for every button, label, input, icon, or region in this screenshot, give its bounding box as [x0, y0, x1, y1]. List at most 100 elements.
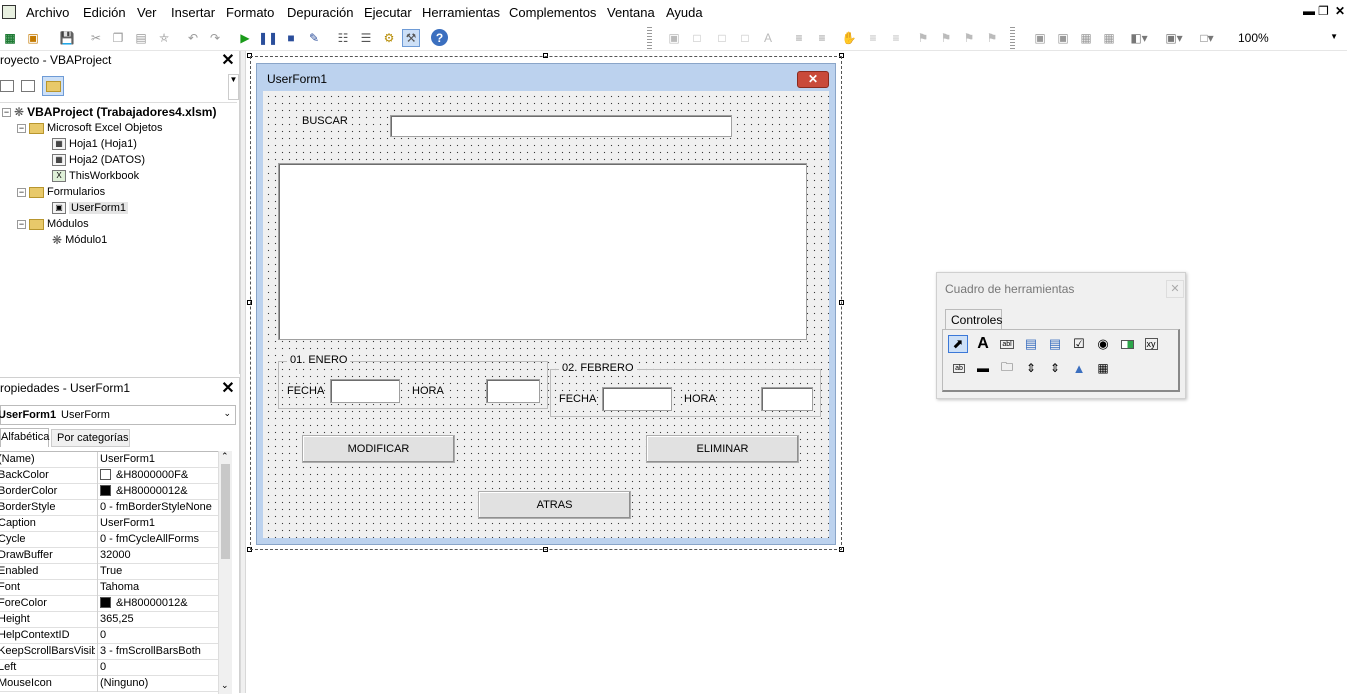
property-row[interactable]: Cycle 0 - fmCycleAllForms — [0, 532, 232, 548]
design-mode-icon[interactable]: ✎ — [305, 29, 323, 47]
object-select[interactable]: UserForm1 UserForm ⌄ — [0, 405, 236, 425]
property-value[interactable]: 0 - fmBorderStyleNone — [100, 501, 212, 513]
close-icon[interactable]: ✕ — [797, 71, 829, 88]
tree-sheet2[interactable]: ▦ Hoja2 (DATOS) — [52, 152, 145, 168]
property-row[interactable]: (Name) UserForm1 — [0, 452, 232, 468]
listbox-tool-icon[interactable]: ▤ — [1045, 335, 1065, 353]
scroll-grip[interactable]: ▼ — [228, 74, 239, 100]
menu-herramientas[interactable]: Herramientas — [422, 5, 500, 20]
insert-userform-icon[interactable]: ▣ — [24, 29, 42, 47]
property-value[interactable]: Tahoma — [100, 581, 139, 593]
stop-icon[interactable]: ■ — [282, 29, 300, 47]
tree-root[interactable]: − ❋ VBAProject (Trabajadores4.xlsm) — [2, 104, 216, 120]
property-value[interactable]: 365,25 — [100, 613, 134, 625]
property-value[interactable]: 0 — [100, 661, 106, 673]
modificar-button[interactable]: MODIFICAR — [302, 435, 455, 463]
tree-modules[interactable]: − Módulos — [17, 216, 89, 232]
project-explorer-icon[interactable]: ☷ — [334, 29, 352, 47]
paste-icon[interactable]: ▤ — [132, 29, 150, 47]
minimize-icon[interactable]: ▬ — [1303, 4, 1315, 18]
menu-formato[interactable]: Formato — [226, 5, 274, 20]
copy-icon[interactable]: ❐ — [109, 29, 127, 47]
property-row[interactable]: Caption UserForm1 — [0, 516, 232, 532]
scroll-thumb[interactable] — [221, 464, 230, 559]
save-icon[interactable]: 💾 — [58, 29, 76, 47]
bookmark-icon[interactable]: ⚑ — [914, 29, 932, 47]
ungroup-obj-icon[interactable]: ▦ — [1100, 29, 1118, 47]
indent-icon[interactable]: ≡ — [790, 29, 808, 47]
view-object-icon[interactable] — [21, 80, 35, 92]
back-icon[interactable]: ▣ — [1054, 29, 1072, 47]
prev-bookmark-icon[interactable]: ⚑ — [960, 29, 978, 47]
scroll-up-icon[interactable]: ⌃ — [221, 451, 229, 462]
clear-bookmarks-icon[interactable]: ⚑ — [983, 29, 1001, 47]
tab-controles[interactable]: Controles — [945, 309, 1002, 329]
chevron-down-icon[interactable]: ⌄ — [223, 408, 231, 419]
property-value[interactable]: True — [100, 565, 122, 577]
comment-icon[interactable]: ≡ — [887, 29, 905, 47]
undo-icon[interactable]: ↶ — [184, 29, 202, 47]
label-tool-icon[interactable]: A — [973, 335, 993, 353]
tree-module1[interactable]: ❋ Módulo1 — [52, 232, 107, 248]
menu-ejecutar[interactable]: Ejecutar — [364, 5, 412, 20]
menu-ayuda[interactable]: Ayuda — [666, 5, 703, 20]
tree-userform[interactable]: ▣ UserForm1 — [52, 200, 129, 216]
menu-complementos[interactable]: Complementos — [509, 5, 596, 20]
fecha-febrero-textbox[interactable] — [602, 387, 672, 411]
frame-enero[interactable]: 01. ENERO FECHA HORA — [278, 354, 548, 409]
multipage-tool-icon[interactable]: 🗀 — [997, 359, 1017, 377]
property-row[interactable]: BackColor &H8000000F& — [0, 468, 232, 484]
find-icon[interactable]: ⛤ — [155, 29, 173, 47]
tab-por-categorias[interactable]: Por categorías — [51, 429, 130, 447]
align-left-icon[interactable]: ◧▾ — [1130, 29, 1148, 47]
ungroup-icon[interactable]: □ — [736, 29, 754, 47]
hora-enero-textbox[interactable] — [486, 379, 540, 403]
pointer-icon[interactable]: ⬈ — [948, 335, 968, 353]
menu-edicion[interactable]: Edición — [83, 5, 126, 20]
list-icon[interactable]: ≡ — [864, 29, 882, 47]
toggle-folders-icon[interactable] — [42, 76, 64, 96]
center-icon[interactable]: ▣▾ — [1165, 29, 1183, 47]
toolbox-icon[interactable]: ⚒ — [402, 29, 420, 47]
buscar-textbox[interactable] — [390, 115, 732, 137]
property-row[interactable]: Height 365,25 — [0, 612, 232, 628]
bring-front-icon[interactable]: ▣ — [665, 29, 683, 47]
menu-insertar[interactable]: Insertar — [171, 5, 215, 20]
restore-icon[interactable]: ❐ — [1318, 4, 1329, 18]
group-obj-icon[interactable]: ▦ — [1077, 29, 1095, 47]
redo-icon[interactable]: ↷ — [206, 29, 224, 47]
object-browser-icon[interactable]: ⚙ — [380, 29, 398, 47]
property-value[interactable]: &H8000000F& — [100, 469, 188, 481]
property-value[interactable]: 0 — [100, 629, 106, 641]
front-icon[interactable]: ▣ — [1031, 29, 1049, 47]
outdent-icon[interactable]: ≡ — [813, 29, 831, 47]
menu-ventana[interactable]: Ventana — [607, 5, 655, 20]
vbe-app-icon[interactable] — [2, 5, 16, 19]
combobox-tool-icon[interactable]: ▤ — [1021, 335, 1041, 353]
send-back-icon[interactable]: □ — [688, 29, 706, 47]
menu-depuracion[interactable]: Depuración — [287, 5, 354, 20]
property-row[interactable]: Font Tahoma — [0, 580, 232, 596]
hora-febrero-textbox[interactable] — [761, 387, 813, 411]
zoom-select[interactable]: 100% ▼ — [1233, 29, 1343, 47]
tree-sheet1[interactable]: ▦ Hoja1 (Hoja1) — [52, 136, 137, 152]
tab-alfabetica[interactable]: Alfabética — [0, 428, 49, 447]
property-value[interactable]: UserForm1 — [100, 453, 155, 465]
hand-icon[interactable]: ✋ — [840, 29, 858, 47]
optionbutton-tool-icon[interactable]: ◉ — [1093, 335, 1113, 353]
atras-button[interactable]: ATRAS — [478, 491, 631, 519]
fecha-enero-textbox[interactable] — [330, 379, 400, 403]
togglebutton-tool-icon[interactable] — [1117, 335, 1137, 353]
next-bookmark-icon[interactable]: ⚑ — [937, 29, 955, 47]
property-row[interactable]: BorderStyle 0 - fmBorderStyleNone — [0, 500, 232, 516]
property-value[interactable]: &H80000012& — [100, 597, 188, 609]
checkbox-tool-icon[interactable]: ☑ — [1069, 335, 1089, 353]
help-icon[interactable]: ? — [431, 29, 448, 46]
properties-scrollbar[interactable]: ⌃ ⌄ — [218, 451, 232, 694]
refedit-tool-icon[interactable]: ▦ — [1093, 359, 1113, 377]
menu-ver[interactable]: Ver — [137, 5, 157, 20]
property-value[interactable]: 3 - fmScrollBarsBoth — [100, 645, 201, 657]
property-value[interactable]: (Ninguno) — [100, 677, 148, 689]
pane-splitter[interactable] — [240, 51, 246, 693]
group-icon[interactable]: □ — [713, 29, 731, 47]
